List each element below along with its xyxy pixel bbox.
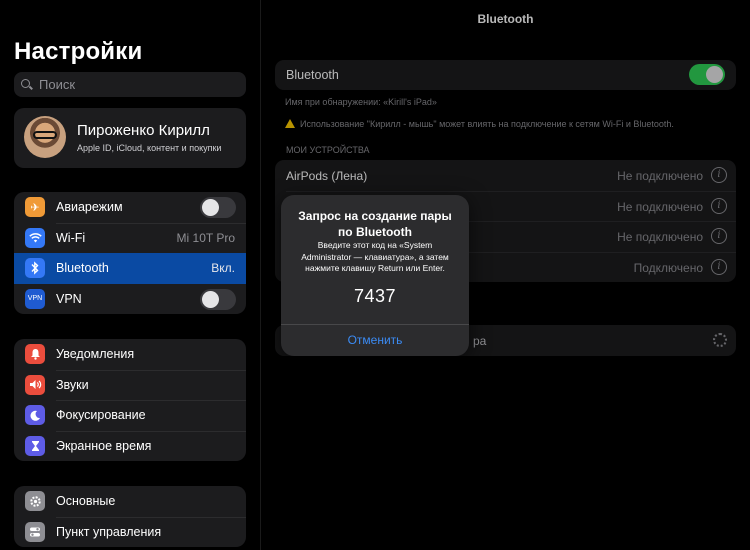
- vpn-toggle[interactable]: [200, 288, 236, 310]
- airplane-toggle[interactable]: [200, 197, 236, 218]
- bluetooth-status-value: Вкл.: [211, 261, 235, 276]
- sidebar-item-label: Авиарежим: [56, 200, 123, 215]
- notifications-group: Уведомления Звуки Фокусирование Экранное…: [14, 339, 246, 461]
- sidebar-item-label: Экранное время: [56, 438, 152, 453]
- sidebar-item-bluetooth[interactable]: Bluetooth Вкл.: [14, 253, 246, 284]
- sidebar-item-label: Bluetooth: [56, 261, 109, 276]
- cancel-button[interactable]: Отменить: [281, 325, 469, 356]
- sidebar-item-label: Wi-Fi: [56, 230, 86, 245]
- sidebar-item-label: Фокусирование: [56, 408, 146, 423]
- hourglass-icon: [25, 435, 45, 456]
- general-group: Основные Пункт управления: [14, 486, 246, 547]
- sidebar-item-control-center[interactable]: Пункт управления: [14, 516, 246, 548]
- bell-icon: [25, 344, 45, 365]
- gear-icon: [25, 491, 45, 512]
- sidebar-item-vpn[interactable]: VPN VPN: [14, 284, 246, 315]
- sidebar-item-label: Уведомления: [56, 347, 135, 362]
- bluetooth-icon: [25, 258, 45, 279]
- alert-title: Запрос на создание пары по Bluetooth: [298, 209, 452, 239]
- sidebar-item-label: VPN: [56, 291, 82, 306]
- moon-icon: [25, 405, 45, 426]
- airplane-icon: ✈: [25, 197, 45, 218]
- profile-card[interactable]: Пироженко Кирилл Apple ID, iCloud, конте…: [14, 108, 246, 168]
- sidebar: Настройки Поиск Пироженко Кирилл Apple I…: [0, 0, 260, 550]
- vpn-icon: VPN: [25, 288, 45, 309]
- switches-icon: [25, 521, 45, 542]
- speaker-icon: [25, 374, 45, 395]
- search-input[interactable]: Поиск: [14, 72, 246, 97]
- search-icon: [20, 78, 34, 92]
- sidebar-item-sounds[interactable]: Звуки: [14, 369, 246, 401]
- connectivity-group: ✈ Авиарежим Wi-Fi Mi 10T Pro Bluetooth В…: [14, 192, 246, 314]
- avatar: [24, 116, 66, 158]
- profile-name: Пироженко Кирилл: [77, 122, 210, 139]
- sidebar-item-label: Звуки: [56, 377, 89, 392]
- sidebar-item-label: Основные: [56, 494, 116, 509]
- sidebar-item-general[interactable]: Основные: [14, 486, 246, 517]
- page-title: Настройки: [14, 38, 143, 65]
- pairing-code: 7437: [353, 286, 397, 306]
- sidebar-item-airplane[interactable]: ✈ Авиарежим: [14, 192, 246, 223]
- wifi-icon: [25, 227, 45, 248]
- profile-subtitle: Apple ID, iCloud, контент и покупки: [77, 143, 222, 153]
- sidebar-item-label: Пункт управления: [56, 524, 162, 539]
- search-placeholder: Поиск: [39, 77, 76, 92]
- sidebar-item-screen-time[interactable]: Экранное время: [14, 430, 246, 462]
- sidebar-item-notifications[interactable]: Уведомления: [14, 339, 246, 370]
- sidebar-item-focus[interactable]: Фокусирование: [14, 400, 246, 431]
- pairing-alert: Запрос на создание пары по Bluetooth Вве…: [281, 195, 469, 356]
- alert-message: Введите этот код на «System Administrato…: [301, 240, 449, 273]
- sidebar-item-wifi[interactable]: Wi-Fi Mi 10T Pro: [14, 222, 246, 254]
- wifi-network-value: Mi 10T Pro: [176, 230, 235, 245]
